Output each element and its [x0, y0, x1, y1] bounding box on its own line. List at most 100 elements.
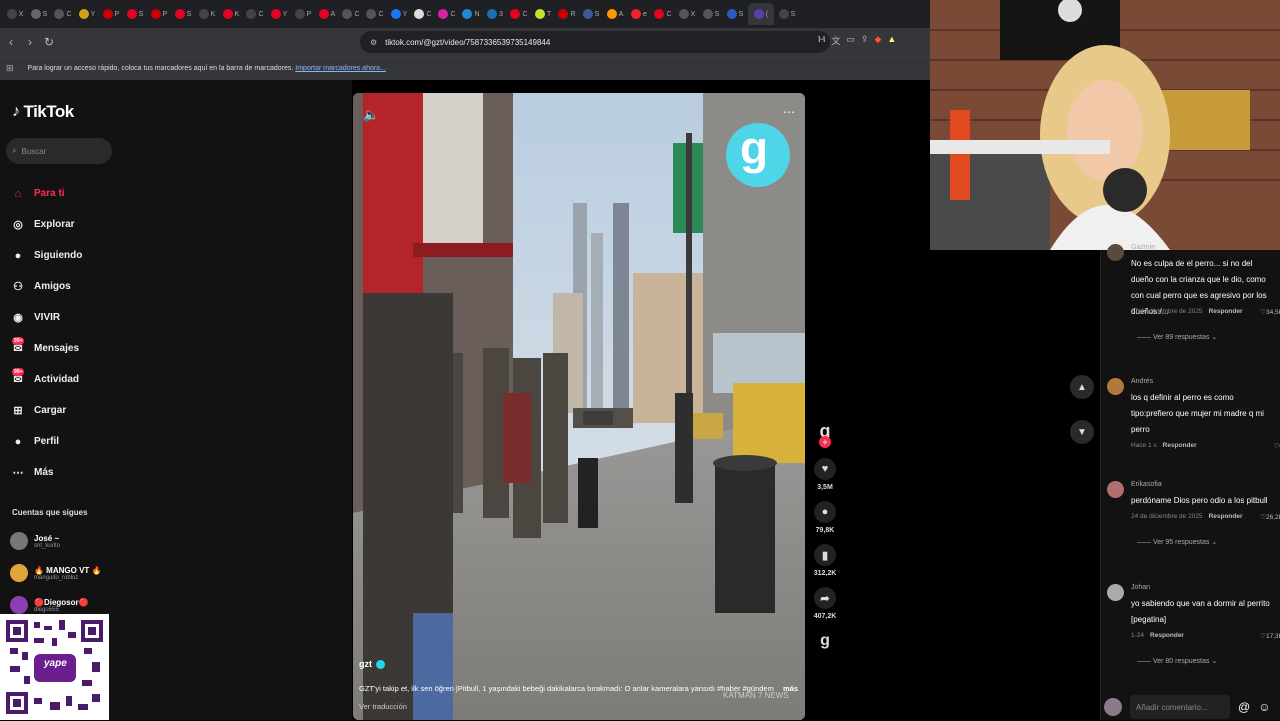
brave-shield-icon[interactable]: ◆ — [874, 34, 881, 47]
translate-link[interactable]: Ver traducción — [359, 702, 407, 711]
commenter-name[interactable]: Johan — [1131, 584, 1150, 591]
tiktok-logo[interactable]: ♪ TikTok — [12, 102, 74, 122]
browser-tab[interactable]: C — [52, 3, 74, 25]
reply-button[interactable]: Responder — [1209, 308, 1243, 315]
browser-tab[interactable]: ( — [748, 3, 774, 25]
browser-tab[interactable]: C — [652, 3, 674, 25]
save-button[interactable]: ▮ 312,2K — [813, 544, 837, 577]
comment-like[interactable]: ♡17,3K — [1260, 632, 1280, 640]
comment-like[interactable]: ♡34,5K — [1260, 308, 1280, 316]
browser-tab[interactable]: 3 — [484, 3, 506, 25]
emoji-icon[interactable]: ☺ — [1258, 700, 1270, 714]
reply-button[interactable]: Responder — [1150, 632, 1184, 639]
browser-tab[interactable]: K — [220, 3, 242, 25]
more-options-icon[interactable]: ⋯ — [783, 105, 795, 119]
comment-button[interactable]: ● 79,8K — [813, 501, 837, 534]
reader-icon[interactable]: Ⲙ — [818, 34, 825, 47]
browser-tab[interactable]: C — [436, 3, 458, 25]
view-replies-button[interactable]: —— Ver 89 respuestas ⌄ — [1137, 333, 1217, 341]
browser-tab[interactable]: S — [776, 3, 798, 25]
browser-tab[interactable]: e — [628, 3, 650, 25]
browser-tab[interactable]: P — [148, 3, 170, 25]
tab-title: e — [643, 10, 647, 18]
nav-item-para-ti[interactable]: ⌂ Para ti — [10, 178, 82, 209]
address-bar[interactable]: ⚙ tiktok.com/@gzt/video/7587336539735149… — [360, 31, 830, 53]
comment-input[interactable]: Añadir comentario... — [1130, 695, 1230, 719]
reload-icon[interactable]: ↻ — [41, 35, 57, 49]
following-account[interactable]: 🔴Diegosor🔴 diego555 — [10, 596, 89, 614]
browser-tab[interactable]: S — [172, 3, 194, 25]
browser-tab[interactable]: C — [412, 3, 434, 25]
browser-tab[interactable]: T — [532, 3, 554, 25]
browser-tab[interactable]: A — [604, 3, 626, 25]
import-bookmarks-link[interactable]: Importar marcadores ahora... — [295, 65, 386, 72]
commenter-name[interactable]: Andrés — [1131, 378, 1153, 385]
browser-tab[interactable]: N — [460, 3, 482, 25]
nav-item-más[interactable]: ⋯ Más — [10, 457, 82, 488]
mention-icon[interactable]: @ — [1238, 700, 1250, 714]
nav-item-perfil[interactable]: ● Perfil — [10, 426, 82, 457]
commenter-name[interactable]: Erikasofia — [1131, 481, 1162, 488]
search-input[interactable]: ⌕ Buscar — [6, 138, 112, 164]
nav-item-mensajes[interactable]: ✉ 99+ Mensajes — [10, 333, 82, 364]
browser-tab[interactable]: C — [364, 3, 386, 25]
translate-icon[interactable]: 文 — [831, 34, 840, 47]
apps-grid-icon[interactable]: ⊞ — [6, 63, 14, 74]
browser-tab[interactable]: P — [100, 3, 122, 25]
forward-icon[interactable]: › — [22, 35, 38, 49]
browser-tab[interactable]: Y — [388, 3, 410, 25]
browser-tab[interactable]: S — [28, 3, 50, 25]
commenter-avatar[interactable] — [1107, 481, 1124, 498]
previous-video-button[interactable]: ▲ — [1070, 375, 1094, 399]
nav-item-vivir[interactable]: ◉ VIVIR — [10, 302, 82, 333]
browser-tab[interactable]: S — [580, 3, 602, 25]
commenter-avatar[interactable] — [1107, 378, 1124, 395]
follow-plus-icon[interactable]: + — [819, 436, 831, 448]
nav-item-actividad[interactable]: ✉ 99+ Actividad — [10, 364, 82, 395]
view-replies-button[interactable]: —— Ver 95 respuestas ⌄ — [1137, 538, 1217, 546]
browser-tab[interactable]: C — [244, 3, 266, 25]
browser-tab[interactable]: C — [508, 3, 530, 25]
video-author[interactable]: gzt — [359, 659, 385, 669]
comment-like[interactable]: ♡26,2K — [1260, 513, 1280, 521]
browser-tab[interactable]: S — [700, 3, 722, 25]
nav-item-amigos[interactable]: ⚇ Amigos — [10, 271, 82, 302]
browser-tab[interactable]: X — [676, 3, 698, 25]
browser-tab[interactable]: C — [340, 3, 362, 25]
browser-tab[interactable]: Y — [76, 3, 98, 25]
following-account[interactable]: 🔥 MANGO VT 🔥 manguito_robloz — [10, 564, 101, 582]
comment-like[interactable]: ♡0 — [1274, 442, 1280, 450]
site-info-icon[interactable]: ⚙ — [370, 38, 377, 47]
author-avatar[interactable]: g + — [813, 420, 837, 448]
tab-title: X — [18, 10, 24, 18]
commenter-avatar[interactable] — [1107, 244, 1124, 261]
like-button[interactable]: ♥ 3,5M — [813, 458, 837, 491]
share-icon[interactable]: ⇪ — [861, 34, 869, 47]
nav-item-explorar[interactable]: ◎ Explorar — [10, 209, 82, 240]
commenter-avatar[interactable] — [1107, 584, 1124, 601]
rewards-icon[interactable]: ▲ — [887, 34, 896, 47]
following-account[interactable]: José ~ snt_kurito — [10, 532, 60, 550]
browser-tab[interactable]: X — [4, 3, 26, 25]
browser-tab[interactable]: K — [196, 3, 218, 25]
mute-icon[interactable]: 🔈 — [363, 107, 379, 123]
browser-tab[interactable]: S — [724, 3, 746, 25]
next-video-button[interactable]: ▼ — [1070, 420, 1094, 444]
reply-button[interactable]: Responder — [1163, 442, 1197, 449]
browser-tab[interactable]: A — [316, 3, 338, 25]
view-replies-button[interactable]: —— Ver 80 respuestas ⌄ — [1137, 657, 1217, 665]
commenter-name[interactable]: Gazmin — [1131, 244, 1155, 251]
browser-tab[interactable]: R — [556, 3, 578, 25]
sound-disc[interactable]: g — [813, 630, 837, 656]
cast-icon[interactable]: ▭ — [846, 34, 855, 47]
browser-tab[interactable]: S — [124, 3, 146, 25]
video-player[interactable]: 🔈 ⋯ g KATMAN 7 NEWS gzt GZT'yi takip et,… — [353, 93, 805, 720]
caption-more-link[interactable]: más — [783, 684, 798, 693]
nav-item-siguiendo[interactable]: ● Siguiendo — [10, 240, 83, 271]
nav-item-cargar[interactable]: ⊞ Cargar — [10, 395, 82, 426]
reply-button[interactable]: Responder — [1209, 513, 1243, 520]
browser-tab[interactable]: Y — [268, 3, 290, 25]
browser-tab[interactable]: P — [292, 3, 314, 25]
share-button[interactable]: ➦ 407,2K — [813, 587, 837, 620]
back-icon[interactable]: ‹ — [3, 35, 19, 49]
